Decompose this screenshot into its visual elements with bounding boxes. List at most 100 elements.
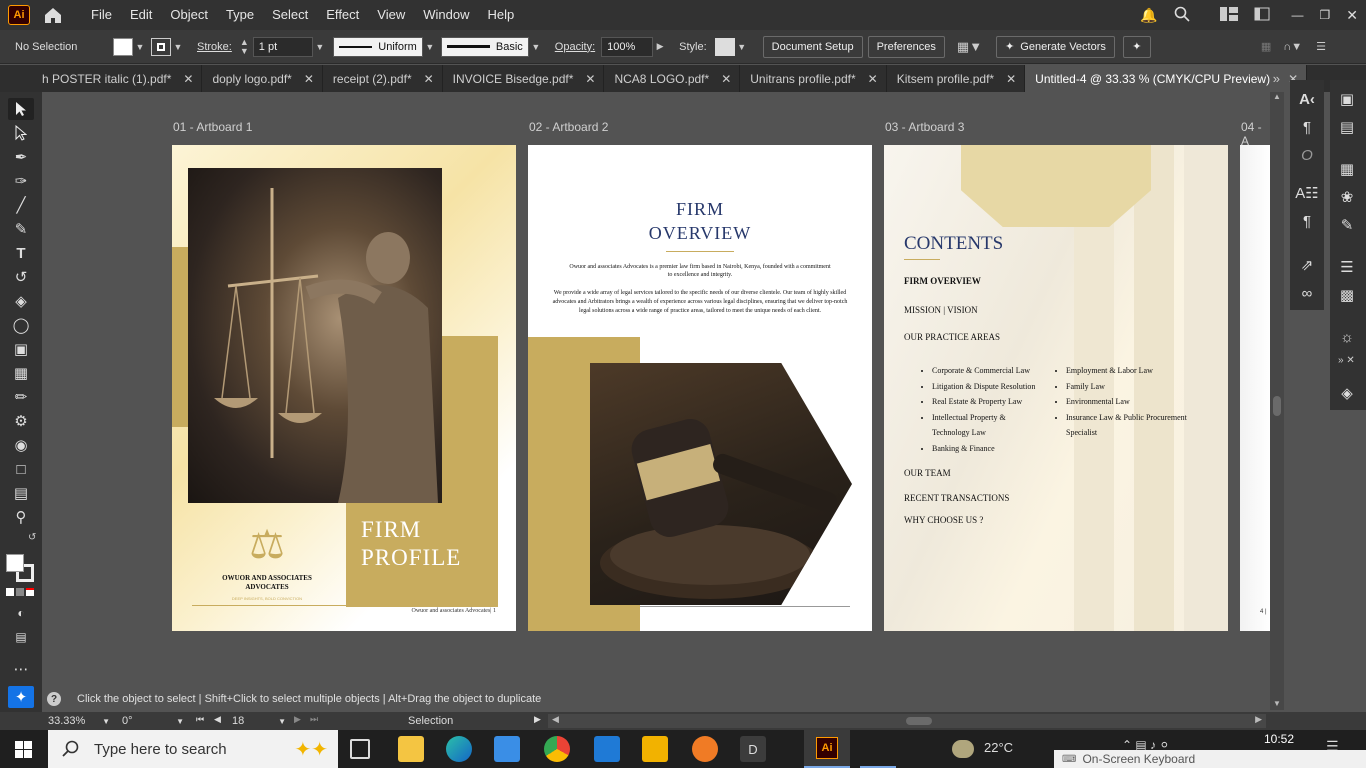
scroll-up-icon[interactable]: ▲ <box>1270 92 1284 101</box>
paintbrush-tool-icon[interactable]: ✎ <box>8 218 34 240</box>
menu-file[interactable]: File <box>82 0 121 30</box>
brush-definition[interactable]: Basic <box>440 36 529 57</box>
layers-panel-icon[interactable]: ◈ <box>1335 382 1359 404</box>
rotation-dropdown-icon[interactable]: ▼ <box>176 717 184 726</box>
last-artboard-icon[interactable]: ⏭ <box>310 714 318 725</box>
pin-button[interactable]: ✦ <box>1122 35 1151 58</box>
horizontal-scrollbar[interactable]: ◀ ▶ <box>548 714 1266 728</box>
scroll-down-icon[interactable]: ▼ <box>1270 699 1284 708</box>
generate-vectors-button[interactable]: ✦ Generate Vectors <box>996 35 1115 58</box>
artboard-2[interactable]: FIRM OVERVIEW Owuor and associates Advoc… <box>528 145 872 631</box>
zoom-tool-icon[interactable]: ⚲ <box>8 506 34 528</box>
vertical-scrollbar[interactable]: ▲ ▼ <box>1270 92 1284 710</box>
stroke-dropdown-icon[interactable]: ▼ <box>171 42 185 52</box>
artboard-dropdown-icon[interactable]: ▼ <box>278 717 286 726</box>
mesh-tool-icon[interactable]: ▦ <box>8 362 34 384</box>
stroke-label[interactable]: Stroke: <box>197 41 232 53</box>
style-dropdown-icon[interactable]: ▼ <box>735 42 749 52</box>
shape-builder-tool-icon[interactable]: ◉ <box>8 434 34 456</box>
transform-panel-icon[interactable]: ▣ <box>1335 88 1359 110</box>
file-explorer-icon[interactable] <box>398 736 424 762</box>
menu-type[interactable]: Type <box>217 0 263 30</box>
panel-divider-arrows[interactable]: » ✕ <box>1338 355 1355 366</box>
slice-tool-icon[interactable]: ▤ <box>8 482 34 504</box>
photos-icon[interactable] <box>594 736 620 762</box>
align-panel-icon[interactable]: ▤ <box>1335 116 1359 138</box>
app-d-icon[interactable]: D <box>740 736 766 762</box>
close-tab-icon[interactable]: ✕ <box>868 72 878 86</box>
next-artboard-icon[interactable]: ▶ <box>294 714 301 725</box>
tab-unitrans-profile[interactable]: Unitrans profile.pdf* ✕ <box>740 65 887 92</box>
close-tab-icon[interactable]: ✕ <box>183 72 193 86</box>
close-tab-icon[interactable]: ✕ <box>1006 72 1016 86</box>
character-panel-icon[interactable]: A‹ <box>1295 88 1319 110</box>
menu-effect[interactable]: Effect <box>317 0 368 30</box>
opentype-panel-icon[interactable]: O <box>1295 144 1319 166</box>
eyedropper-tool-icon[interactable]: ✏ <box>8 386 34 408</box>
screen-mode-icon[interactable]: ▤ <box>8 626 34 648</box>
fill-stroke-swatches[interactable]: ↺ <box>6 532 38 582</box>
news-app-icon[interactable] <box>494 736 520 762</box>
zoom-field[interactable]: 33.33% ▼ <box>44 714 110 728</box>
direct-selection-tool-icon[interactable] <box>8 122 34 144</box>
artboard-1[interactable]: ⚖ OWUOR AND ASSOCIATES ADVOCATES DEEP IN… <box>172 145 516 631</box>
artboard-label-3[interactable]: 03 - Artboard 3 <box>885 120 964 134</box>
swatches-panel-icon[interactable]: ▦ <box>1335 158 1359 180</box>
scroll-thumb[interactable] <box>1273 396 1281 416</box>
search-icon[interactable] <box>1174 6 1190 25</box>
stroke-panel-icon[interactable]: ☰ <box>1335 256 1359 278</box>
close-tab-icon[interactable]: ✕ <box>424 72 434 86</box>
more-tools-icon[interactable]: ⋯ <box>8 658 34 680</box>
stroke-weight-dropdown-icon[interactable]: ▼ <box>313 42 327 52</box>
fill-dropdown-icon[interactable]: ▼ <box>133 42 147 52</box>
menu-view[interactable]: View <box>368 0 414 30</box>
color-panel-icon[interactable]: ❀ <box>1335 186 1359 208</box>
brushes-panel-icon[interactable]: ✎ <box>1335 214 1359 236</box>
tab-receipt[interactable]: receipt (2).pdf* ✕ <box>323 65 443 92</box>
glyphs-panel-icon[interactable]: A☷ <box>1295 182 1319 204</box>
artboard-label-4[interactable]: 04 - A <box>1241 120 1270 148</box>
menu-help[interactable]: Help <box>478 0 523 30</box>
eraser-tool-icon[interactable]: ◈ <box>8 290 34 312</box>
pen-tool-icon[interactable]: ✒ <box>8 146 34 168</box>
clock-time[interactable]: 10:52 <box>1264 732 1294 746</box>
menu-object[interactable]: Object <box>161 0 217 30</box>
canvas[interactable]: 01 - Artboard 1 02 - Artboard 2 03 - Art… <box>42 92 1270 690</box>
links-panel-icon[interactable]: ∞ <box>1295 282 1319 304</box>
opacity-expand-icon[interactable]: ▶ <box>653 41 667 52</box>
windows-start-icon[interactable] <box>15 741 32 758</box>
selection-tool-icon[interactable] <box>8 98 34 120</box>
chrome-icon[interactable] <box>544 736 570 762</box>
warp-tool-icon[interactable]: ◯ <box>8 314 34 336</box>
swap-colors-icon[interactable]: ↺ <box>28 532 36 543</box>
line-tool-icon[interactable]: ╱ <box>8 194 34 216</box>
scroll-left-icon[interactable]: ◀ <box>552 714 559 725</box>
variable-width-profile[interactable]: Uniform <box>332 36 423 57</box>
tab-poster[interactable]: h POSTER italic (1).pdf* ✕ <box>0 65 203 92</box>
sublime-icon[interactable] <box>692 736 718 762</box>
artboard-4[interactable]: 4 | <box>1240 145 1270 631</box>
paragraph-panel-icon[interactable]: ¶ <box>1295 116 1319 138</box>
artboard-3[interactable]: CONTENTS FIRM OVERVIEW MISSION | VISION … <box>884 145 1228 631</box>
stroke-swatch[interactable] <box>151 37 171 56</box>
menu-window[interactable]: Window <box>414 0 478 30</box>
align-options-icon[interactable]: ▦▼ <box>957 39 982 55</box>
gradient-tool-icon[interactable]: ▣ <box>8 338 34 360</box>
weather-icon[interactable] <box>952 740 974 758</box>
profile-dropdown-icon[interactable]: ▼ <box>423 42 437 52</box>
first-artboard-icon[interactable]: ⏮ <box>196 714 204 725</box>
document-setup-button[interactable]: Document Setup <box>762 35 863 58</box>
edge-icon[interactable] <box>446 736 472 762</box>
weather-temp[interactable]: 22°C <box>984 740 1013 755</box>
fill-swatch[interactable] <box>113 37 133 56</box>
gradient-panel-icon[interactable]: ▩ <box>1335 284 1359 306</box>
tab-untitled-4[interactable]: Untitled-4 @ 33.33 % (CMYK/CPU Preview) ✕ <box>1025 65 1308 92</box>
grid-align-icon[interactable]: ▦ <box>1261 40 1271 53</box>
close-tab-icon[interactable]: ✕ <box>585 72 595 86</box>
generative-icon[interactable]: ✦ <box>8 686 34 708</box>
menu-select[interactable]: Select <box>263 0 317 30</box>
artboard-label-1[interactable]: 01 - Artboard 1 <box>173 120 252 134</box>
tab-doply-logo[interactable]: doply logo.pdf* ✕ <box>202 65 323 92</box>
tab-nca8-logo[interactable]: NCA8 LOGO.pdf* ✕ <box>604 65 741 92</box>
tab-invoice[interactable]: INVOICE Bisedge.pdf* ✕ <box>443 65 605 92</box>
